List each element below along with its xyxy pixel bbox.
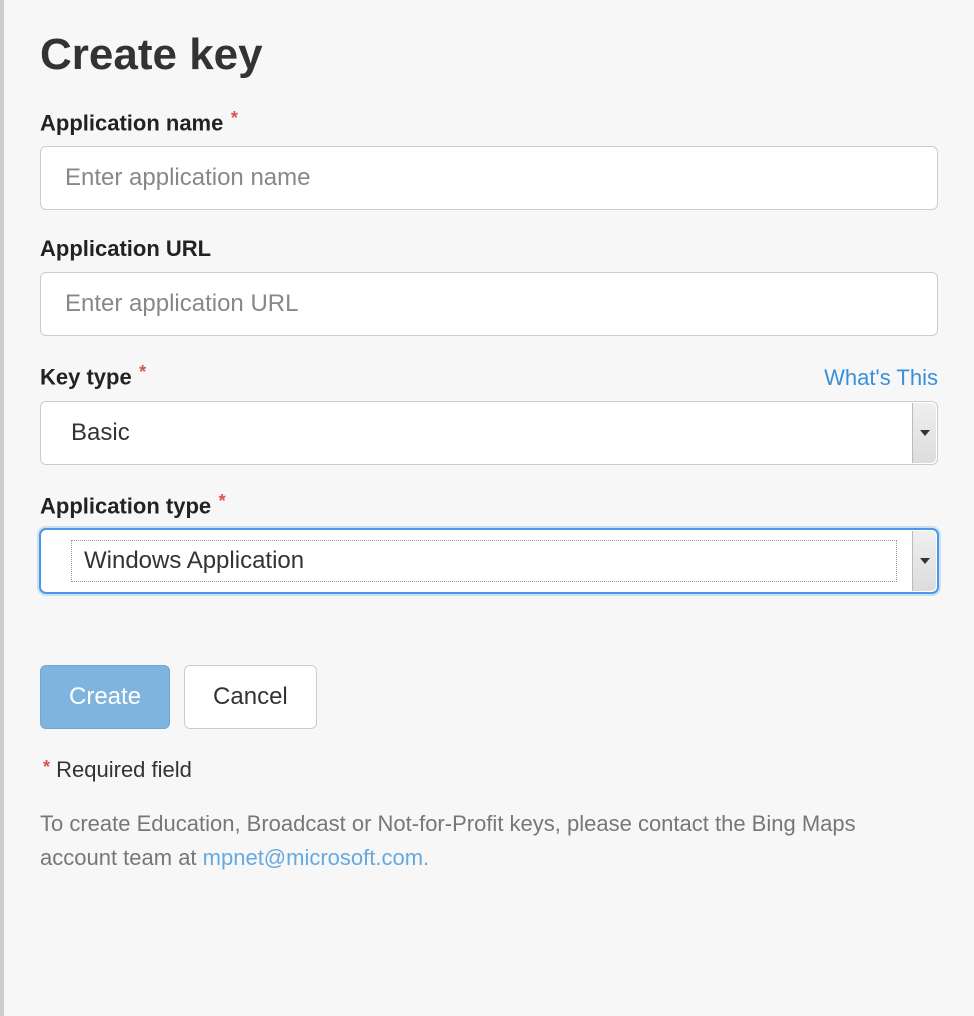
- app-name-input[interactable]: [40, 146, 938, 210]
- chevron-down-icon: [912, 531, 936, 591]
- required-field-note: * Required field: [40, 757, 938, 783]
- chevron-down-icon: [912, 403, 936, 463]
- app-url-label: Application URL: [40, 236, 211, 261]
- button-row: Create Cancel: [40, 665, 938, 729]
- key-type-select[interactable]: Basic: [40, 401, 938, 465]
- app-type-label: Application type: [40, 493, 211, 518]
- field-application-type: Application type * Windows Application: [40, 491, 938, 593]
- contact-email-link[interactable]: mpnet@microsoft.com.: [203, 845, 430, 870]
- required-marker: *: [231, 108, 238, 128]
- cancel-button[interactable]: Cancel: [184, 665, 317, 729]
- create-button[interactable]: Create: [40, 665, 170, 729]
- create-key-form: Create key Application name * Applicatio…: [4, 0, 974, 895]
- app-type-value: Windows Application: [71, 540, 897, 582]
- required-marker: *: [219, 491, 226, 511]
- field-application-name: Application name *: [40, 108, 938, 210]
- app-url-input[interactable]: [40, 272, 938, 336]
- info-text: To create Education, Broadcast or Not-fo…: [40, 807, 920, 875]
- field-key-type: Key type * What's This Basic: [40, 362, 938, 464]
- key-type-label: Key type: [40, 365, 132, 390]
- field-application-url: Application URL: [40, 236, 938, 336]
- required-marker: *: [139, 362, 146, 382]
- key-type-value: Basic: [71, 419, 909, 447]
- page-title: Create key: [40, 30, 938, 80]
- whats-this-link[interactable]: What's This: [824, 365, 938, 391]
- app-name-label: Application name: [40, 110, 223, 135]
- app-type-select[interactable]: Windows Application: [40, 529, 938, 593]
